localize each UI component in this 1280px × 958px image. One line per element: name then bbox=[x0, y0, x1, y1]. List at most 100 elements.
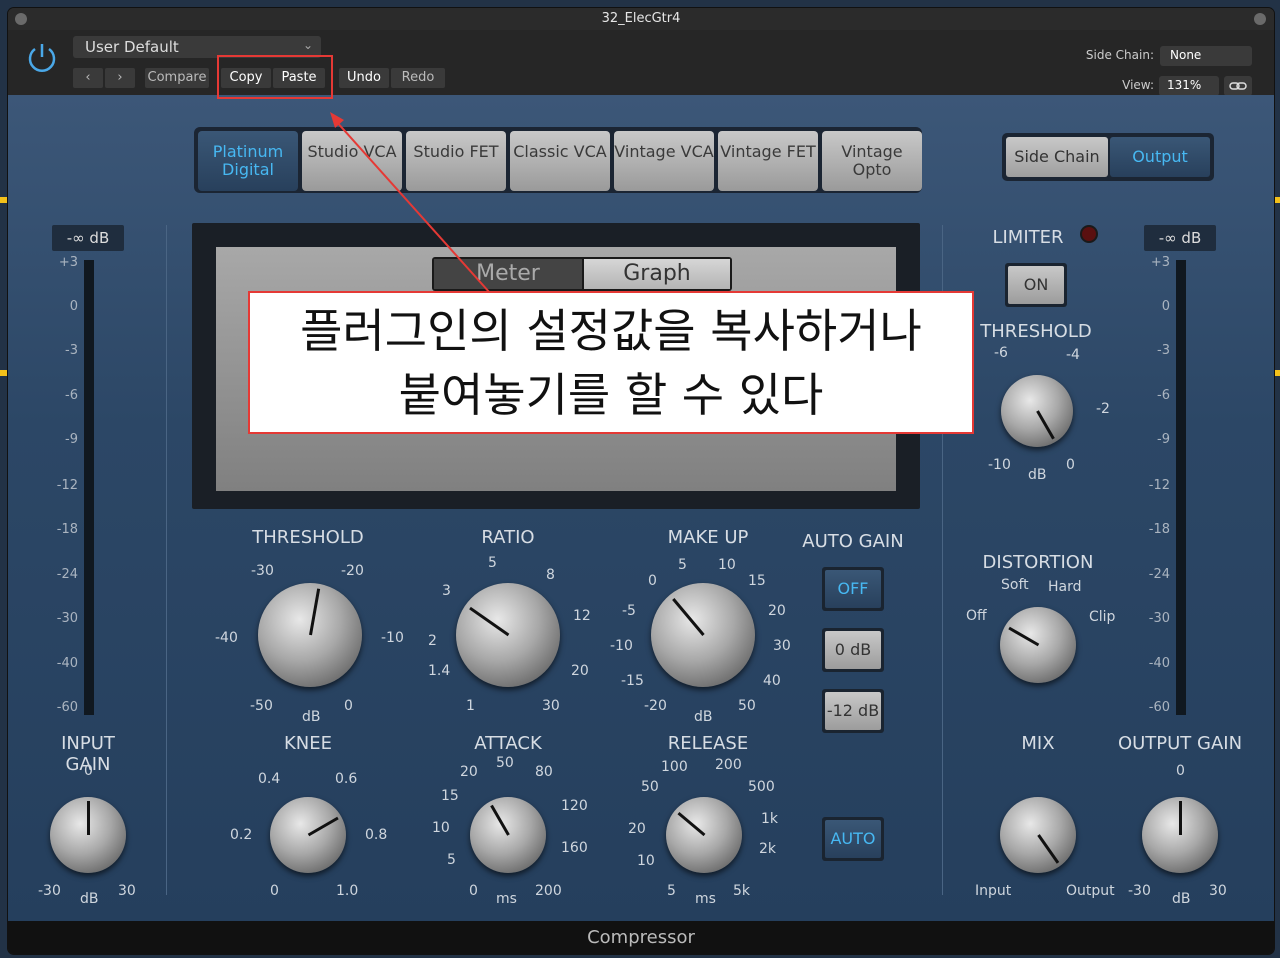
side-chain-select[interactable]: None bbox=[1160, 46, 1252, 66]
circuit-type-tabs: Platinum Digital Studio VCA Studio FET C… bbox=[194, 127, 922, 193]
threshold-knob[interactable] bbox=[258, 583, 362, 687]
tick-label: 500 bbox=[748, 779, 775, 795]
copy-paste-highlight bbox=[217, 55, 333, 99]
output-switch: Side Chain Output bbox=[1002, 133, 1214, 181]
tick-label: 5 bbox=[488, 555, 497, 571]
tick-label: 100 bbox=[661, 759, 688, 775]
tick-label: 15 bbox=[748, 573, 766, 589]
input-gain-knob[interactable] bbox=[50, 797, 126, 873]
tick-label: -10 bbox=[610, 638, 633, 654]
tick-label: 0 bbox=[84, 763, 93, 779]
tick-label: 0.8 bbox=[365, 827, 388, 843]
tick-label: -2 bbox=[1096, 401, 1110, 417]
window-title: 32_ElecGtr4 bbox=[601, 11, 681, 26]
distortion-knob[interactable] bbox=[1000, 607, 1076, 683]
tick-label: dB bbox=[1028, 467, 1047, 483]
auto-gain-minus12db-button[interactable]: -12 dB bbox=[822, 689, 884, 733]
side-chain-button[interactable]: Side Chain bbox=[1006, 137, 1108, 177]
tick-label: -30 bbox=[251, 563, 274, 579]
mix-knob[interactable] bbox=[1000, 797, 1076, 873]
link-icon[interactable] bbox=[1224, 76, 1252, 96]
attack-knob[interactable] bbox=[470, 797, 546, 873]
side-chain-label: Side Chain: bbox=[1085, 48, 1154, 62]
tab-vintage-opto[interactable]: Vintage Opto bbox=[822, 131, 922, 191]
limiter-led bbox=[1082, 227, 1096, 241]
compressor-panel: Platinum Digital Studio VCA Studio FET C… bbox=[8, 95, 1274, 921]
tick-label: 160 bbox=[561, 840, 588, 856]
tick-label: 20 bbox=[460, 764, 478, 780]
tick-label: 2k bbox=[759, 841, 777, 857]
tick-label: -4 bbox=[1066, 347, 1080, 363]
knee-knob[interactable] bbox=[270, 797, 346, 873]
tick-label: 0.2 bbox=[230, 827, 253, 843]
auto-button[interactable]: AUTO bbox=[822, 817, 884, 861]
tick-label: 200 bbox=[715, 757, 742, 773]
next-preset-button[interactable]: › bbox=[105, 68, 135, 88]
tab-classic-vca[interactable]: Classic VCA bbox=[510, 131, 610, 191]
output-gain-knob[interactable] bbox=[1142, 797, 1218, 873]
tick-label: 5 bbox=[678, 557, 687, 573]
tick-label: 20 bbox=[628, 821, 646, 837]
zoom-icon[interactable] bbox=[1254, 13, 1266, 25]
tick-label: 0.6 bbox=[335, 771, 358, 787]
limiter-threshold-knob[interactable] bbox=[1001, 375, 1073, 447]
meter-tab[interactable]: Meter bbox=[434, 259, 582, 289]
limiter-label: LIMITER bbox=[992, 227, 1064, 248]
tick-label: dB bbox=[80, 891, 99, 907]
view-zoom-select[interactable]: 131% bbox=[1159, 76, 1219, 96]
knee-label: KNEE bbox=[283, 733, 332, 754]
redo-button[interactable]: Redo bbox=[391, 68, 445, 88]
tick-label: 2 bbox=[428, 633, 437, 649]
tick-label: 50 bbox=[641, 779, 659, 795]
auto-gain-0db-button[interactable]: 0 dB bbox=[822, 628, 884, 672]
tick-label: -10 bbox=[988, 457, 1011, 473]
tick-label: dB bbox=[302, 709, 321, 725]
tick-label: -50 bbox=[250, 698, 273, 714]
tab-studio-fet[interactable]: Studio FET bbox=[406, 131, 506, 191]
tick-label: 20 bbox=[571, 663, 589, 679]
tick-label: Input bbox=[975, 883, 1012, 899]
tick-label: -10 bbox=[381, 630, 404, 646]
tick-label: 50 bbox=[496, 755, 514, 771]
graph-tab[interactable]: Graph bbox=[584, 259, 730, 289]
power-icon[interactable] bbox=[24, 40, 60, 76]
limiter-on-button[interactable]: ON bbox=[1005, 263, 1067, 307]
release-knob[interactable] bbox=[666, 797, 742, 873]
tick-label: 0 bbox=[1176, 763, 1185, 779]
tick-label: -20 bbox=[644, 698, 667, 714]
ratio-knob[interactable] bbox=[456, 583, 560, 687]
divider bbox=[166, 225, 167, 895]
tick-label: 15 bbox=[441, 788, 459, 804]
tick-label: Soft bbox=[1001, 577, 1029, 593]
tab-vintage-fet[interactable]: Vintage FET bbox=[718, 131, 818, 191]
annotation-line-1: 플러그인의 설정값을 복사하거나 bbox=[300, 304, 922, 358]
tick-label: ms bbox=[695, 891, 716, 907]
tick-label: Output bbox=[1066, 883, 1115, 899]
output-button[interactable]: Output bbox=[1110, 137, 1210, 177]
tab-studio-vca[interactable]: Studio VCA bbox=[302, 131, 402, 191]
auto-gain-off-button[interactable]: OFF bbox=[822, 567, 884, 611]
tick-label: 5 bbox=[667, 883, 676, 899]
compare-button[interactable]: Compare bbox=[145, 68, 209, 88]
annotation-callout: 플러그인의 설정값을 복사하거나 붙여놓기를 할 수 있다 bbox=[248, 291, 974, 434]
tick-label: 10 bbox=[432, 820, 450, 836]
undo-button[interactable]: Undo bbox=[339, 68, 389, 88]
input-meter bbox=[84, 260, 94, 715]
output-level-readout: -∞ dB bbox=[1144, 225, 1216, 251]
tick-label: Off bbox=[966, 608, 987, 624]
release-label: RELEASE bbox=[667, 733, 749, 754]
prev-preset-button[interactable]: ‹ bbox=[73, 68, 103, 88]
tick-label: 0 bbox=[469, 883, 478, 899]
titlebar: 32_ElecGtr4 bbox=[8, 8, 1274, 30]
tick-label: 20 bbox=[768, 603, 786, 619]
auto-gain-label: AUTO GAIN bbox=[802, 531, 904, 552]
tab-vintage-vca[interactable]: Vintage VCA bbox=[614, 131, 714, 191]
input-level-readout: -∞ dB bbox=[52, 225, 124, 251]
make-up-knob[interactable] bbox=[651, 583, 755, 687]
tick-label: 0 bbox=[1066, 457, 1075, 473]
tick-label: 30 bbox=[1209, 883, 1227, 899]
tab-platinum-digital[interactable]: Platinum Digital bbox=[198, 131, 298, 191]
attack-label: ATTACK bbox=[474, 733, 542, 754]
tick-label: 120 bbox=[561, 798, 588, 814]
tick-label: 0 bbox=[648, 573, 657, 589]
